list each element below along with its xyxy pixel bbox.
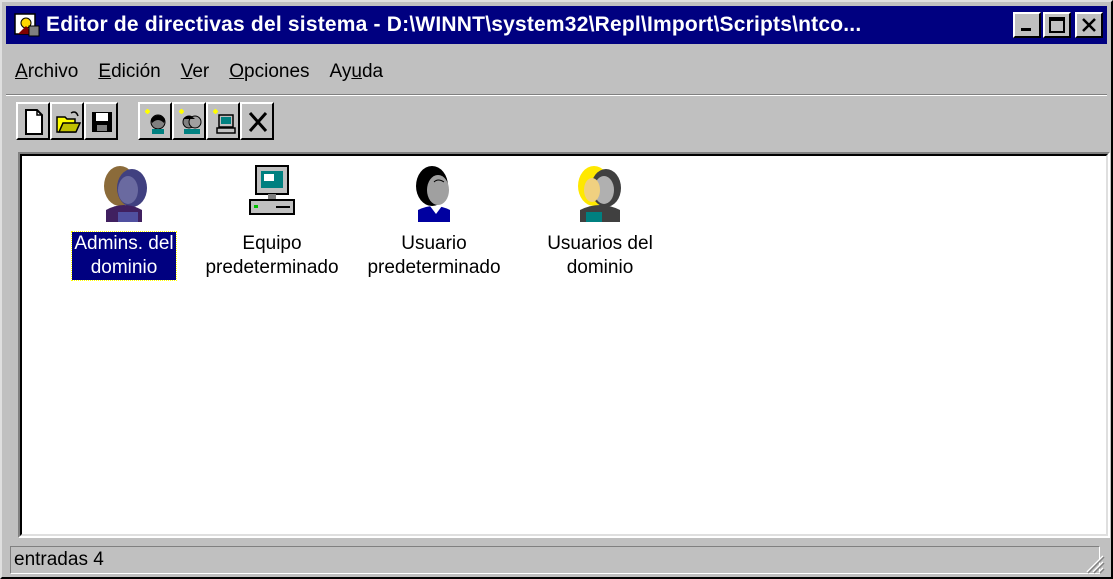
add-group-button[interactable] bbox=[172, 102, 206, 140]
admins-group-icon bbox=[94, 160, 154, 226]
add-computer-icon bbox=[213, 109, 236, 134]
save-icon bbox=[92, 112, 112, 132]
status-bar: entradas 4 bbox=[6, 542, 1107, 576]
add-user-button[interactable] bbox=[138, 102, 172, 140]
policy-item-label-line1: Usuarios del bbox=[547, 233, 653, 254]
toolbar bbox=[16, 102, 274, 144]
save-button[interactable] bbox=[84, 102, 118, 140]
menu-separator bbox=[6, 94, 1107, 96]
status-text: entradas 4 bbox=[10, 546, 1100, 574]
policy-item-label-line2: dominio bbox=[90, 257, 158, 278]
policy-item-label-line1: Admins. del bbox=[74, 233, 174, 254]
menu-archivo[interactable]: Archivo bbox=[6, 61, 89, 83]
policy-item-label: Equipo predeterminado bbox=[203, 232, 340, 280]
menu-opciones[interactable]: Opciones bbox=[220, 61, 320, 83]
new-button[interactable] bbox=[16, 102, 50, 140]
policy-list-view[interactable]: Admins. del dominio Equipo predeterminado Us… bbox=[18, 152, 1110, 538]
open-button[interactable] bbox=[50, 102, 84, 140]
window-title: Editor de directivas del sistema - D:\WI… bbox=[46, 13, 862, 36]
policy-item-label-line2: predeterminado bbox=[205, 257, 339, 278]
maximize-button[interactable] bbox=[1043, 12, 1071, 38]
policy-item[interactable]: Admins. del dominio bbox=[42, 160, 206, 281]
computer-icon bbox=[242, 160, 302, 226]
policy-item[interactable]: Usuario predeterminado bbox=[352, 160, 516, 280]
menu-edicion[interactable]: Edición bbox=[89, 61, 171, 83]
resize-grip-icon[interactable] bbox=[1081, 550, 1105, 574]
menu-bar: Archivo Edición Ver Opciones Ayuda bbox=[6, 56, 394, 88]
user-icon bbox=[404, 160, 464, 226]
title-bar[interactable]: Editor de directivas del sistema - D:\WI… bbox=[6, 6, 1107, 44]
add-computer-button[interactable] bbox=[206, 102, 240, 140]
policy-item-label-line1: Usuario bbox=[401, 233, 467, 254]
add-group-icon bbox=[179, 109, 202, 134]
policy-editor-app-icon[interactable] bbox=[12, 10, 42, 40]
policy-item-label-line1: Equipo bbox=[242, 233, 302, 254]
policy-item-label: Admins. del dominio bbox=[71, 231, 177, 281]
new-file-icon bbox=[25, 109, 43, 135]
open-folder-icon bbox=[56, 111, 81, 133]
policy-item[interactable]: Usuarios del dominio bbox=[518, 160, 682, 280]
minimize-icon bbox=[1021, 28, 1031, 31]
close-icon bbox=[1082, 18, 1096, 32]
delete-icon bbox=[248, 112, 268, 132]
menu-ver[interactable]: Ver bbox=[172, 61, 221, 83]
menu-ayuda[interactable]: Ayuda bbox=[321, 61, 395, 83]
policy-item-label: Usuarios del dominio bbox=[545, 232, 655, 280]
policy-item[interactable]: Equipo predeterminado bbox=[190, 160, 354, 280]
add-user-icon bbox=[145, 109, 166, 134]
main-window: Editor de directivas del sistema - D:\WI… bbox=[0, 0, 1113, 579]
maximize-icon bbox=[1049, 17, 1065, 33]
delete-button[interactable] bbox=[240, 102, 274, 140]
policy-item-label-line2: predeterminado bbox=[367, 257, 501, 278]
policy-item-label-line2: dominio bbox=[566, 257, 634, 278]
policy-item-label: Usuario predeterminado bbox=[365, 232, 502, 280]
minimize-button[interactable] bbox=[1013, 12, 1041, 38]
users-group-icon bbox=[570, 160, 630, 226]
close-button[interactable] bbox=[1075, 12, 1103, 38]
